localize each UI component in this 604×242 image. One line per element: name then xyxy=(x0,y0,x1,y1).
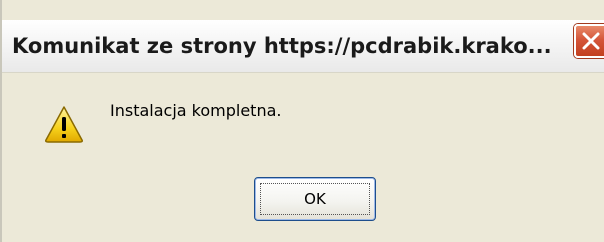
close-button[interactable] xyxy=(574,24,604,58)
dialog-body: Instalacja kompletna. OK xyxy=(2,73,604,242)
ok-button-label: OK xyxy=(304,190,326,208)
ok-button[interactable]: OK xyxy=(254,177,376,221)
warning-icon xyxy=(45,106,83,143)
close-icon xyxy=(582,32,600,50)
alert-dialog: Komunikat ze strony https://pcdrabik.kra… xyxy=(0,0,604,242)
dialog-message: Instalacja kompletna. xyxy=(110,101,282,120)
dialog-title: Komunikat ze strony https://pcdrabik.kra… xyxy=(12,34,552,58)
title-bar[interactable]: Komunikat ze strony https://pcdrabik.kra… xyxy=(2,20,604,73)
